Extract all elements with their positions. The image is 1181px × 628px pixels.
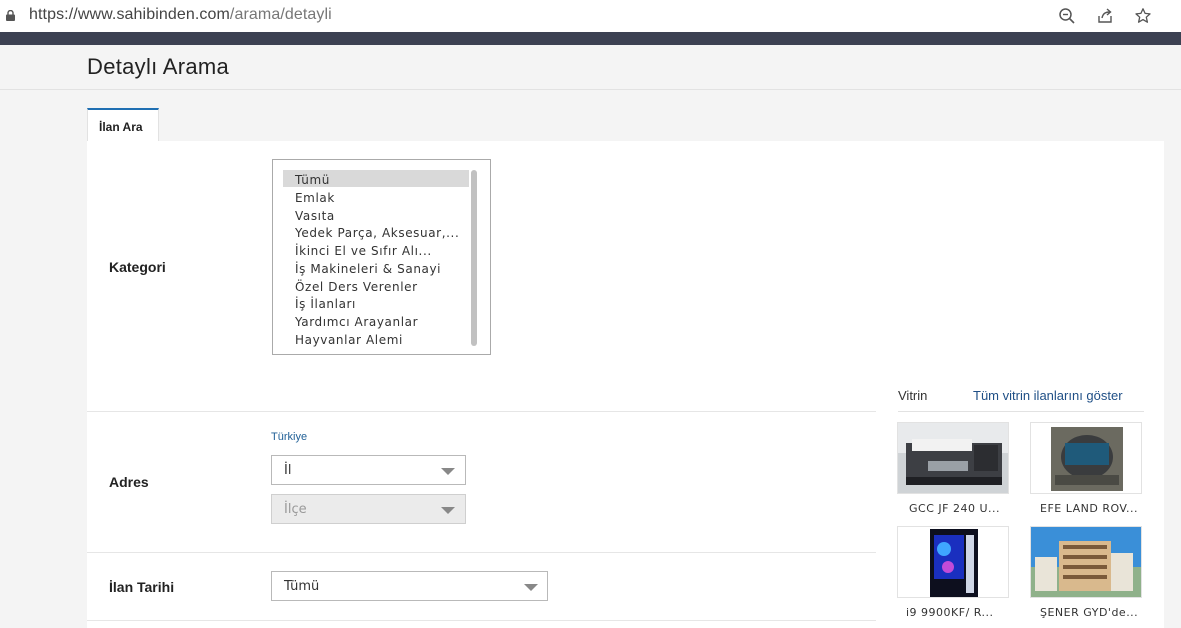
adres-label: Adres bbox=[109, 474, 149, 490]
kategori-option[interactable]: Hayvanlar Alemi bbox=[295, 333, 403, 347]
lock-icon bbox=[6, 10, 15, 21]
kategori-option[interactable]: Vasıta bbox=[295, 209, 335, 223]
bookmark-star-icon[interactable] bbox=[1132, 5, 1154, 27]
il-select[interactable]: İl bbox=[271, 455, 466, 485]
chevron-down-icon bbox=[524, 584, 538, 591]
chevron-down-icon bbox=[441, 507, 455, 514]
ilan-tarihi-label: İlan Tarihi bbox=[109, 579, 175, 595]
il-select-value: İl bbox=[284, 463, 292, 478]
row-divider bbox=[87, 552, 876, 553]
row-divider bbox=[87, 411, 876, 412]
url-host: https://www.sahibinden.com bbox=[29, 6, 230, 23]
kategori-listbox[interactable]: Tümü Emlak Vasıta Yedek Parça, Aksesuar,… bbox=[272, 159, 491, 355]
browser-url-bar: https://www.sahibinden.com/arama/detayli bbox=[0, 0, 1181, 32]
turkiye-link[interactable]: Türkiye bbox=[271, 431, 307, 443]
kategori-option[interactable]: Yardımcı Arayanlar bbox=[295, 315, 418, 329]
kategori-option[interactable]: Tümü bbox=[295, 173, 330, 187]
gaming-pc-image[interactable] bbox=[897, 526, 1009, 598]
vitrin-show-all-link[interactable]: Tüm vitrin ilanlarını göster bbox=[973, 388, 1123, 403]
url-text[interactable]: https://www.sahibinden.com/arama/detayli bbox=[29, 6, 332, 24]
page-title: Detaylı Arama bbox=[87, 54, 230, 79]
ilan-tarihi-value: Tümü bbox=[284, 579, 320, 594]
site-top-bar bbox=[0, 32, 1181, 45]
engine-image[interactable] bbox=[1030, 422, 1142, 494]
page-header: Detaylı Arama bbox=[0, 45, 1181, 90]
uv-printer-image[interactable] bbox=[897, 422, 1009, 494]
row-divider bbox=[87, 620, 876, 621]
tab-label: İlan Ara bbox=[99, 120, 143, 134]
vitrin-caption[interactable]: EFE LAND ROV... bbox=[1040, 502, 1138, 515]
listbox-scrollbar[interactable] bbox=[471, 170, 477, 346]
chevron-down-icon bbox=[441, 468, 455, 475]
share-icon[interactable] bbox=[1094, 5, 1116, 27]
ilan-tarihi-select[interactable]: Tümü bbox=[271, 571, 548, 601]
kategori-option[interactable]: İkinci El ve Sıfır Alı... bbox=[295, 244, 432, 258]
vitrin-caption[interactable]: i9 9900KF/ R... bbox=[906, 606, 994, 619]
kategori-label: Kategori bbox=[109, 259, 166, 275]
ilce-select[interactable]: İlçe bbox=[271, 494, 466, 524]
kategori-option[interactable]: Özel Ders Verenler bbox=[295, 280, 418, 294]
kategori-option[interactable]: İş Makineleri & Sanayi bbox=[295, 262, 441, 276]
vitrin-caption[interactable]: ŞENER GYD'de... bbox=[1040, 606, 1138, 619]
zoom-out-icon[interactable] bbox=[1056, 5, 1078, 27]
tab-ilan-ara[interactable]: İlan Ara bbox=[87, 108, 159, 142]
vitrin-caption[interactable]: GCC JF 240 U... bbox=[909, 502, 1000, 515]
kategori-option[interactable]: Emlak bbox=[295, 191, 335, 205]
vitrin-title: Vitrin bbox=[898, 388, 928, 403]
kategori-option[interactable]: İş İlanları bbox=[295, 297, 356, 311]
kategori-option[interactable]: Yedek Parça, Aksesuar,... bbox=[295, 226, 459, 240]
url-path: /arama/detayli bbox=[229, 6, 332, 23]
apartment-building-image[interactable] bbox=[1030, 526, 1142, 598]
ilce-select-value: İlçe bbox=[284, 502, 307, 517]
vitrin-divider bbox=[898, 411, 1144, 412]
